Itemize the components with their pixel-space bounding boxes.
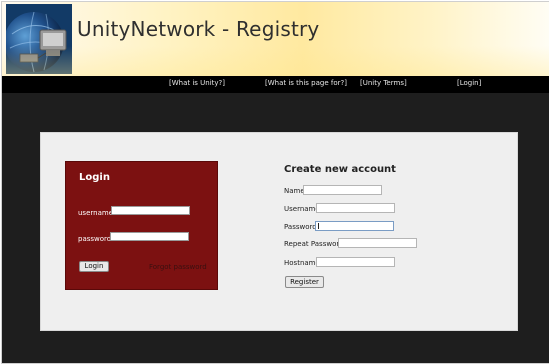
login-password-input[interactable]: [110, 232, 189, 241]
main-panel: Login username password Login Forgot pas…: [40, 132, 518, 331]
browser-page: UnityNetwork - Registry [What is Unity?]…: [1, 1, 549, 364]
create-account-heading: Create new account: [284, 164, 396, 175]
register-button[interactable]: Register: [285, 276, 324, 288]
top-nav: [What is Unity?] [What is this page for?…: [2, 76, 549, 93]
text-caret: [318, 223, 319, 229]
nav-link-what-is-this-page[interactable]: [What is this page for?]: [265, 79, 347, 87]
nav-link-what-is-unity[interactable]: [What is Unity?]: [169, 79, 225, 87]
name-input[interactable]: [303, 185, 382, 195]
login-box: Login username password Login Forgot pas…: [65, 161, 218, 290]
username-input[interactable]: [316, 203, 395, 213]
hostname-input[interactable]: [316, 257, 395, 267]
login-heading: Login: [79, 172, 110, 183]
page-title: UnityNetwork - Registry: [77, 17, 320, 41]
site-header: UnityNetwork - Registry: [2, 2, 549, 76]
hostname-label: Hostname: [284, 259, 320, 267]
login-username-input[interactable]: [111, 206, 190, 215]
forgot-password-link[interactable]: Forgot password: [149, 263, 207, 271]
content-area: Login username password Login Forgot pas…: [2, 93, 549, 363]
username-label: username: [78, 209, 113, 217]
nav-link-unity-terms[interactable]: [Unity Terms]: [360, 79, 407, 87]
username-field-label: Username: [284, 205, 320, 213]
password-label: password: [78, 235, 112, 243]
login-button[interactable]: Login: [79, 261, 109, 272]
unity-logo-icon: [6, 4, 72, 74]
password-field-label: Password: [284, 223, 317, 231]
name-label: Name: [284, 187, 305, 195]
nav-link-login[interactable]: [Login]: [457, 79, 481, 87]
repeat-password-label: Repeat Password: [284, 240, 344, 248]
repeat-password-input[interactable]: [338, 238, 417, 248]
password-input[interactable]: [315, 221, 394, 231]
